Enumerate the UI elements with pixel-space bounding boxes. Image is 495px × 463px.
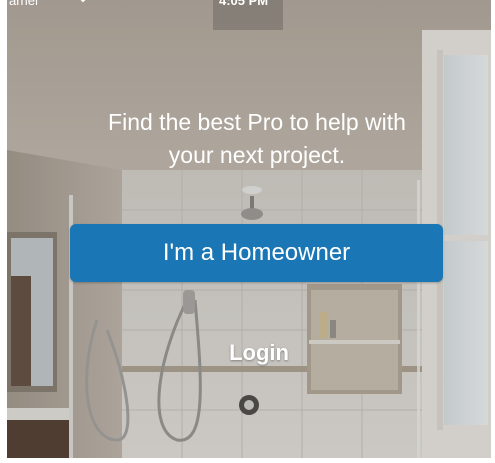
status-bar: arner 4:05 PM: [7, 0, 491, 18]
hero-headline: Find the best Pro to help with your next…: [47, 106, 467, 172]
chevron-down-icon: [80, 0, 86, 3]
headline-line-2: your next project.: [168, 142, 346, 168]
login-button[interactable]: Login: [207, 337, 311, 369]
homeowner-button[interactable]: I'm a Homeowner: [70, 224, 443, 282]
carrier-label: arner: [9, 0, 40, 8]
status-time: 4:05 PM: [219, 0, 269, 8]
headline-line-1: Find the best Pro to help with: [108, 109, 406, 135]
app-screen: arner 4:05 PM Find the best Pro to help …: [7, 0, 491, 458]
